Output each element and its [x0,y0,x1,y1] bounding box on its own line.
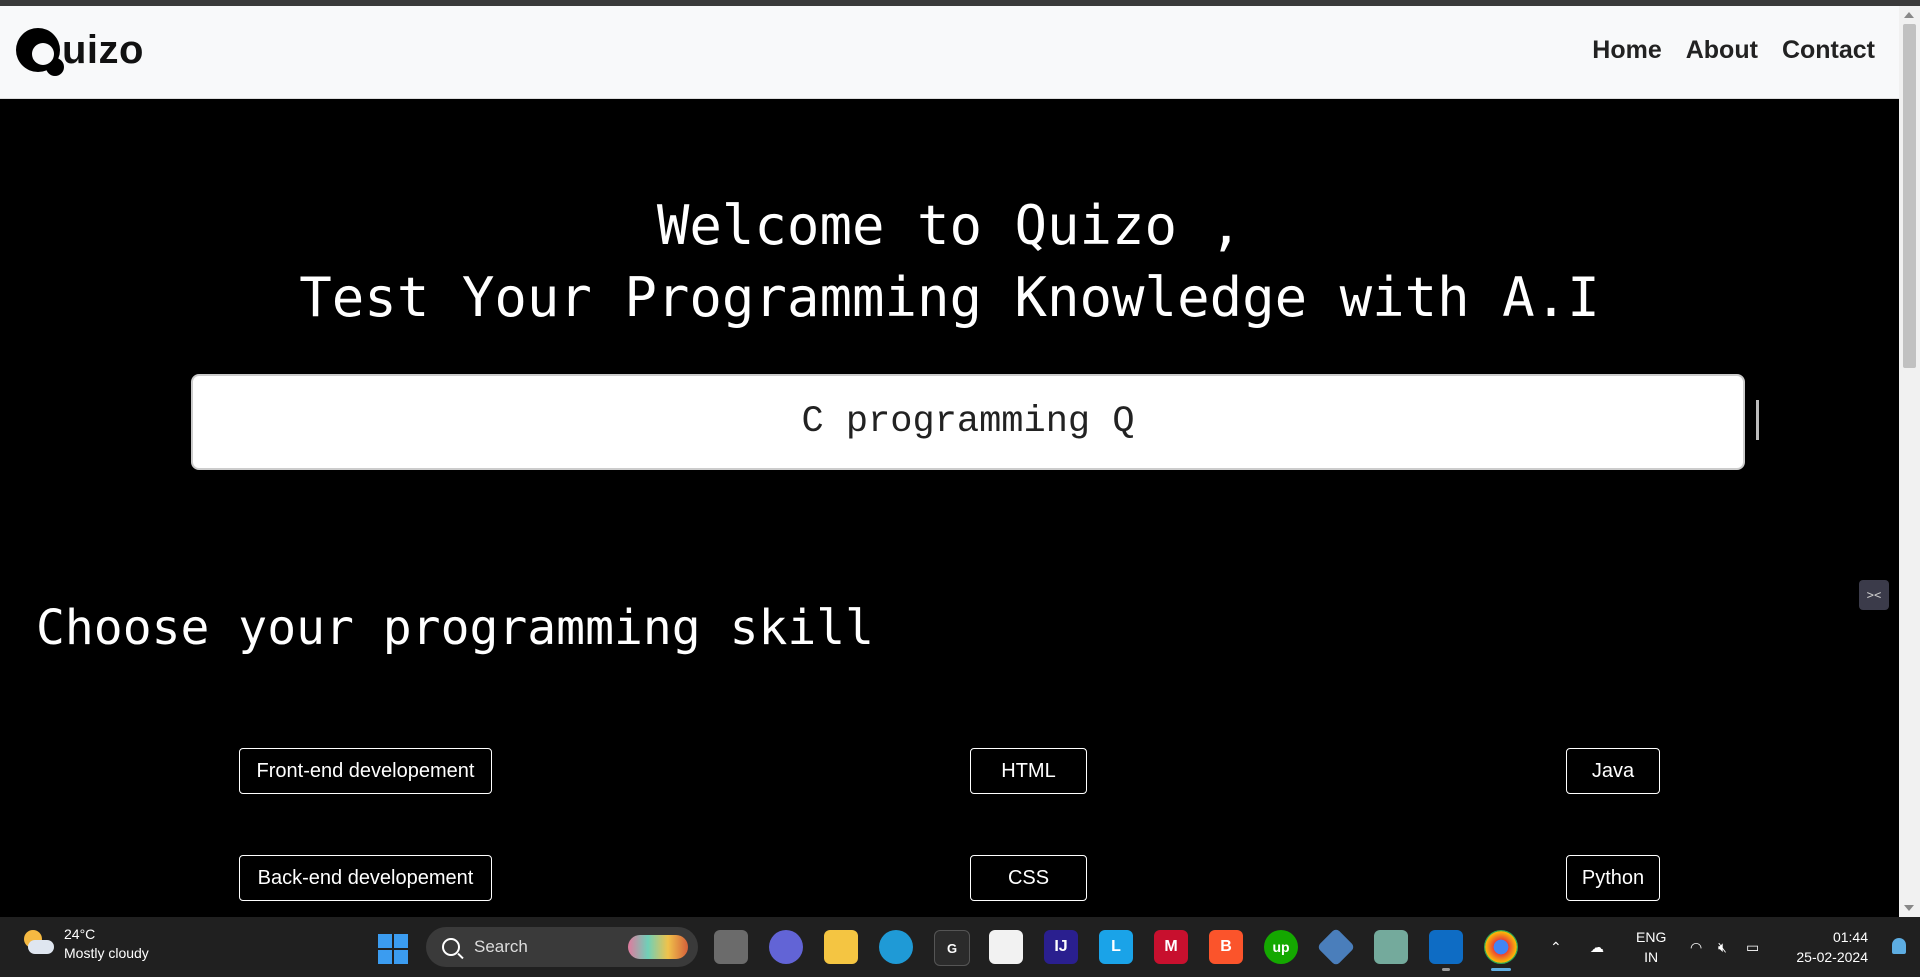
skill-python-button[interactable]: Python [1566,855,1660,901]
chatgpt-icon[interactable] [1374,930,1408,964]
vscode-running-indicator [1442,968,1450,971]
taskbar-search[interactable]: Search [426,927,698,967]
intellij-icon[interactable]: IJ [1044,930,1078,964]
store-icon[interactable] [989,930,1023,964]
skill-backend-button[interactable]: Back-end developement [239,855,492,901]
windows-start-icon[interactable] [378,934,408,964]
search-highlight-icon [628,935,688,959]
topic-input[interactable]: C programming Q [191,374,1745,470]
teams-icon[interactable] [769,930,803,964]
file-explorer-icon[interactable] [824,930,858,964]
battery-icon[interactable]: ▭ [1746,917,1759,977]
weather-widget[interactable]: 24°C Mostly cloudy [20,925,149,963]
onedrive-icon[interactable]: ☁ [1590,917,1604,977]
g-app-icon[interactable]: G [934,930,970,966]
edge-icon[interactable] [879,930,913,964]
logo[interactable]: uizo [16,22,144,78]
cloudy-weather-icon [20,930,54,958]
skills-section-title: Choose your programming skill [36,600,875,656]
lang-code: ENG [1636,929,1667,945]
tray-chevron-icon[interactable]: ⌃ [1550,917,1562,977]
scroll-down-icon[interactable] [1904,905,1914,911]
weather-desc: Mostly cloudy [64,945,149,961]
mcafee-icon[interactable]: M [1154,930,1188,964]
task-view-icon[interactable] [714,930,748,964]
clock-time: 01:44 [1832,929,1868,945]
upwork-icon[interactable]: up [1264,930,1298,964]
input-language[interactable]: ENG IN [1636,927,1666,967]
chrome-active-indicator [1491,968,1511,971]
page-scrollbar[interactable] [1899,6,1920,917]
nav-about-link[interactable]: About [1686,36,1758,65]
taskbar-search-label: Search [474,937,528,956]
logo-q-icon [16,28,64,76]
scroll-up-icon[interactable] [1904,12,1914,18]
scroll-thumb[interactable] [1903,24,1916,368]
skill-java-button[interactable]: Java [1566,748,1660,794]
brave-icon[interactable]: B [1209,930,1243,964]
windows-taskbar: 24°C Mostly cloudy Search G IJ L M B up … [0,917,1920,977]
lang-region: IN [1644,949,1659,965]
logo-text: uizo [62,27,144,72]
clock-date: 25-02-2024 [1796,949,1868,965]
skill-html-button[interactable]: HTML [970,748,1087,794]
notification-bell-icon[interactable] [1892,938,1906,954]
hero-heading: Welcome to Quizo , Test Your Programming… [0,190,1899,334]
search-icon [442,938,460,956]
extension-badge-icon[interactable]: >< [1859,580,1889,610]
hero-line-2: Test Your Programming Knowledge with A.I [299,266,1600,329]
nav-contact-link[interactable]: Contact [1782,36,1875,65]
skill-frontend-button[interactable]: Front-end developement [239,748,492,794]
text-cursor [1756,400,1759,440]
volume-muted-icon[interactable]: 🔇︎ [1718,917,1727,977]
navbar: uizo Home About Contact [0,6,1899,99]
system-clock[interactable]: 01:44 25-02-2024 [1796,927,1868,967]
vscode-icon[interactable] [1429,930,1463,964]
chrome-icon[interactable] [1484,930,1518,964]
weather-temp: 24°C [64,926,96,942]
nav-links: Home About Contact [1592,36,1875,65]
git-icon[interactable] [1316,927,1356,967]
l-app-icon[interactable]: L [1099,930,1133,964]
wifi-icon[interactable]: ◠ [1690,917,1702,977]
topic-input-value: C programming Q [801,401,1135,443]
skill-css-button[interactable]: CSS [970,855,1087,901]
hero-line-1: Welcome to Quizo , [656,194,1243,257]
nav-home-link[interactable]: Home [1592,36,1661,65]
